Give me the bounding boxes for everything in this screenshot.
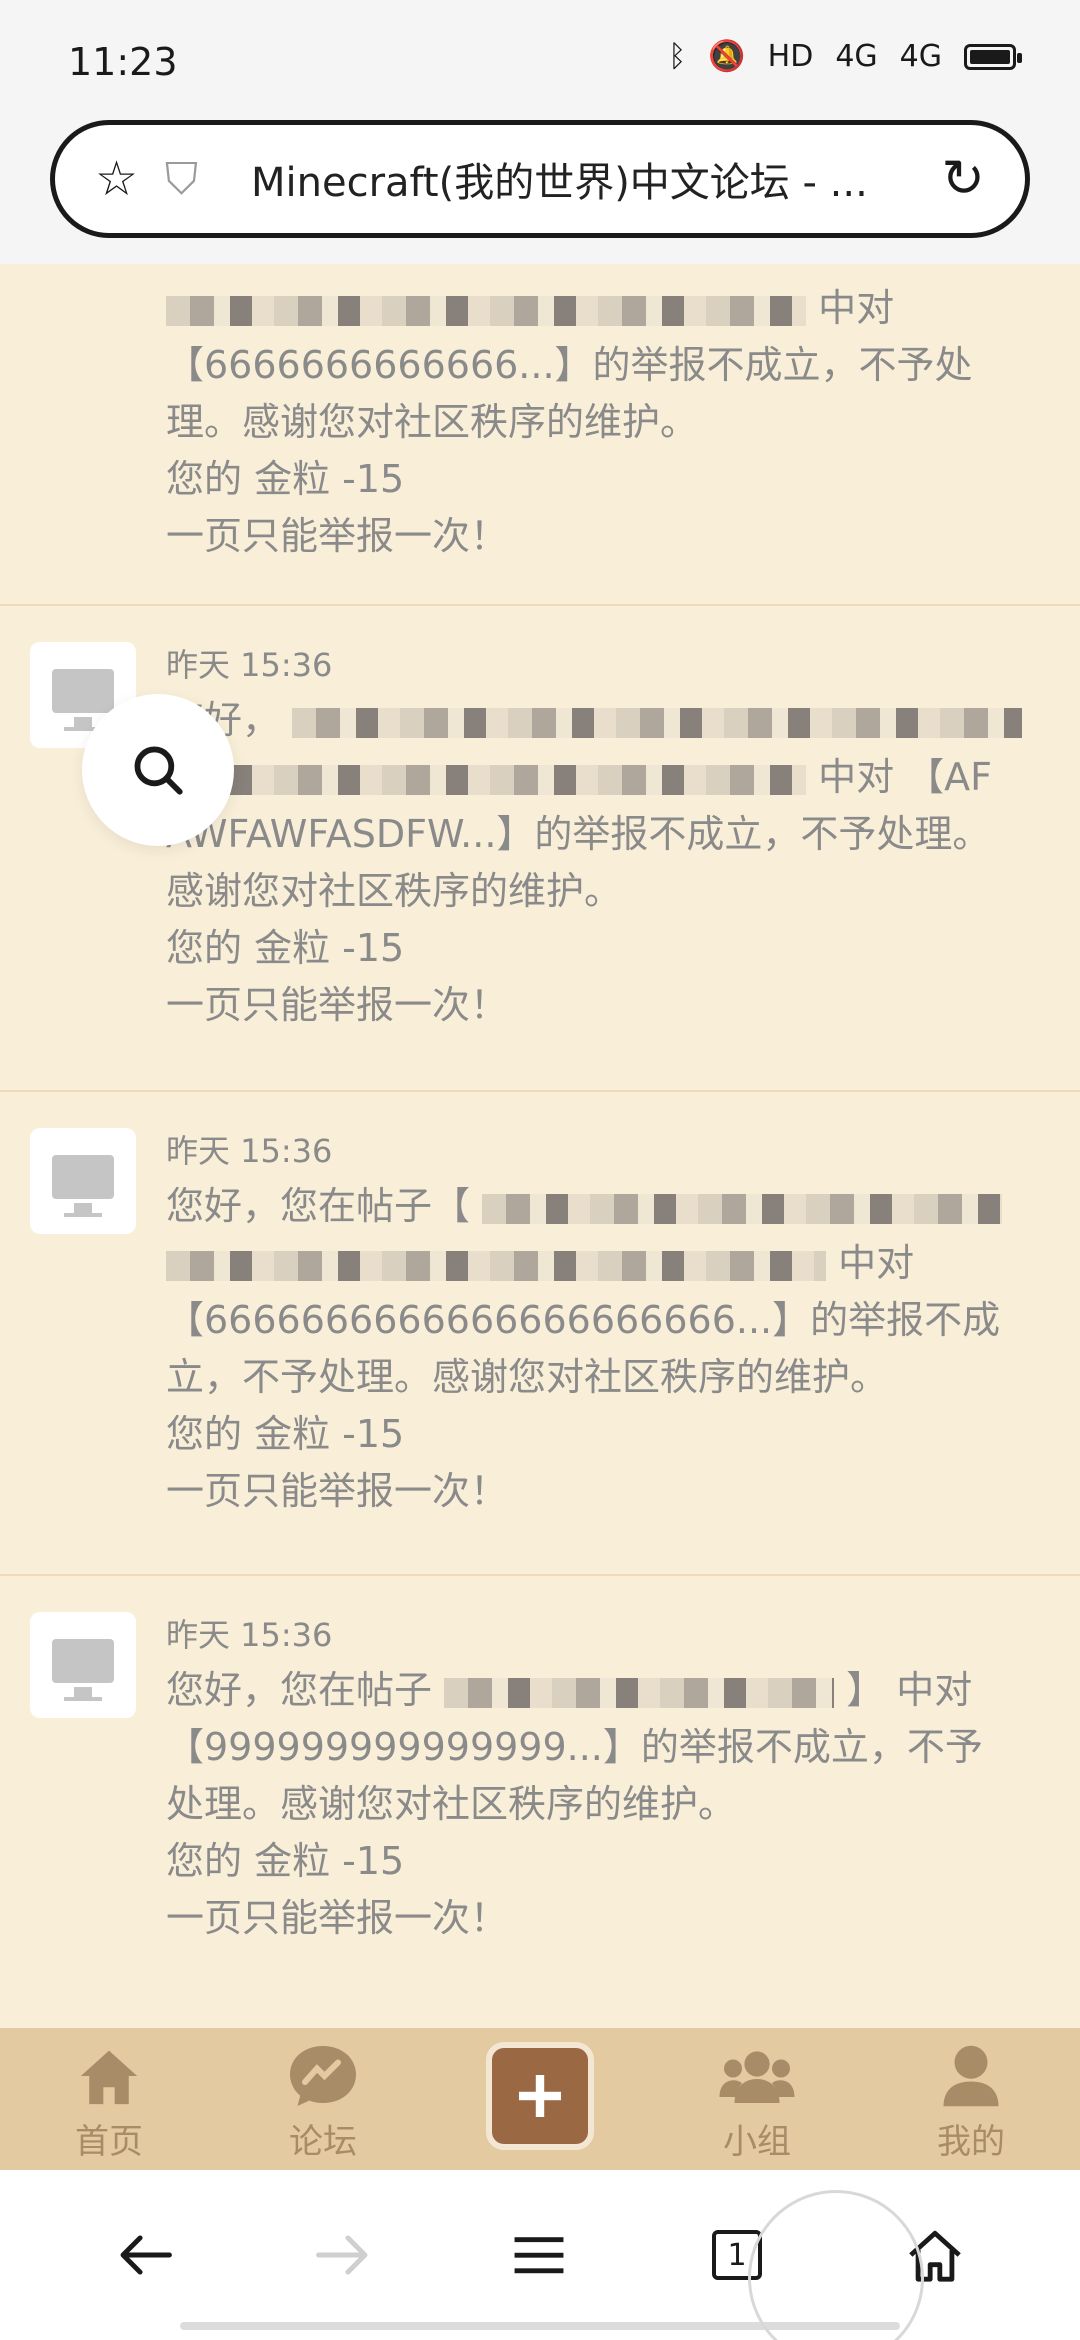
notice-time: 昨天 15:36 bbox=[166, 1132, 333, 1170]
back-arrow-icon bbox=[120, 2235, 172, 2275]
nav-label: 小组 bbox=[723, 2122, 791, 2162]
search-icon bbox=[134, 746, 183, 795]
notice-list[interactable]: 中对 【6666666666666...】的举报不成立，不予处 理。感谢您对社区… bbox=[0, 264, 1080, 2024]
hd-icon: HD bbox=[767, 39, 814, 74]
url-text[interactable]: Minecraft(我的世界)中文论坛 - ... bbox=[235, 150, 915, 208]
notice-line: 一页只能举报一次！ bbox=[166, 983, 509, 1027]
reload-icon[interactable]: ↻ bbox=[915, 149, 985, 209]
notice-line: 一页只能举报一次！ bbox=[166, 514, 509, 558]
4g-signal-icon: 4G bbox=[899, 39, 942, 74]
status-time: 11:23 bbox=[68, 40, 178, 84]
4g-signal-icon: 4G bbox=[835, 39, 878, 74]
notice-line: 您的 金粒 -15 bbox=[166, 926, 405, 970]
search-button[interactable] bbox=[82, 694, 234, 846]
forum-chat-icon bbox=[248, 2038, 398, 2114]
user-icon bbox=[896, 2038, 1046, 2114]
bluetooth-icon: ᛒ bbox=[668, 39, 687, 74]
redacted-text bbox=[166, 295, 806, 326]
redacted-text bbox=[166, 764, 806, 795]
notice-line: 理。感谢您对社区秩序的维护。 bbox=[166, 400, 699, 444]
notice-line: 感谢您对社区秩序的维护。 bbox=[166, 869, 623, 913]
redacted-text bbox=[444, 1677, 835, 1708]
notice-time: 昨天 15:36 bbox=[166, 1616, 333, 1654]
status-icons: ᛒ 🔕 HD 4G 4G bbox=[668, 39, 1022, 74]
nav-forum[interactable]: 论坛 bbox=[248, 2038, 398, 2168]
notice-item: 昨天 15:36 您好， 中对 【AF AWFAWFASDFW...】的举报不成… bbox=[0, 604, 1080, 1090]
plus-icon bbox=[519, 2075, 561, 2117]
notice-line: 中对 【AF bbox=[166, 749, 1046, 806]
nav-groups[interactable]: 小组 bbox=[682, 2038, 832, 2168]
notice-line: 您好，您在帖子 】 中对 bbox=[166, 1668, 973, 1712]
notice-line: 中对 bbox=[166, 280, 1046, 337]
notice-item: 昨天 15:36 您好，您在帖子【 中对 【666666666666666666… bbox=[0, 1090, 1080, 1574]
status-bar: 11:23 ᛒ 🔕 HD 4G 4G bbox=[0, 0, 1080, 120]
notice-line: 您的 金粒 -15 bbox=[166, 1839, 405, 1883]
notice-line: 中对 bbox=[166, 1235, 1046, 1292]
notice-line: 【6666666666666...】的举报不成立，不予处 bbox=[166, 343, 973, 387]
nav-mine[interactable]: 我的 bbox=[896, 2038, 1046, 2168]
notice-message: 昨天 15:36 您好，您在帖子 】 中对 【999999999999999..… bbox=[166, 1610, 1046, 1947]
notice-line: AWFAWFASDFW...】的举报不成立，不予处理。 bbox=[166, 812, 991, 856]
security-shield-icon[interactable]: ⛉ bbox=[165, 154, 235, 205]
mute-icon: 🔕 bbox=[708, 39, 746, 74]
home-icon bbox=[34, 2038, 184, 2114]
notice-line: 【6666666666666666666666...】的举报不成 bbox=[166, 1298, 1001, 1342]
notice-item: 中对 【6666666666666...】的举报不成立，不予处 理。感谢您对社区… bbox=[0, 264, 1080, 604]
redacted-text bbox=[292, 707, 1023, 738]
nav-label: 我的 bbox=[937, 2122, 1005, 2162]
nav-label: 论坛 bbox=[289, 2122, 357, 2162]
notice-time: 昨天 15:36 bbox=[166, 646, 333, 684]
monitor-icon bbox=[52, 1639, 114, 1701]
notice-line: 【999999999999999...】的举报不成立，不予 bbox=[166, 1725, 983, 1769]
battery-icon bbox=[964, 44, 1022, 70]
monitor-icon bbox=[52, 669, 114, 731]
redacted-text bbox=[166, 1250, 826, 1281]
nav-label: 首页 bbox=[75, 2122, 143, 2162]
notice-line: 您的 金粒 -15 bbox=[166, 1412, 405, 1456]
notice-message: 中对 【6666666666666...】的举报不成立，不予处 理。感谢您对社区… bbox=[166, 280, 1046, 565]
nav-home[interactable]: 首页 bbox=[34, 2038, 184, 2168]
menu-button[interactable] bbox=[494, 2218, 584, 2292]
browser-top-bar: 11:23 ᛒ 🔕 HD 4G 4G ☆ ⛉ Minecraft(我的世界)中文… bbox=[0, 0, 1080, 264]
monitor-icon bbox=[52, 1155, 114, 1217]
app-bottom-nav: 首页 论坛 小组 我的 bbox=[0, 2028, 1080, 2170]
notice-line: 您好，您在帖子【 bbox=[166, 1178, 1046, 1235]
notice-line: 立，不予处理。感谢您对社区秩序的维护。 bbox=[166, 1355, 889, 1399]
avatar bbox=[30, 1128, 136, 1234]
notice-message: 昨天 15:36 您好，您在帖子【 中对 【666666666666666666… bbox=[166, 1126, 1046, 1520]
back-button[interactable] bbox=[100, 2218, 190, 2292]
notice-line: 您好， bbox=[166, 692, 1046, 749]
add-post-button[interactable] bbox=[486, 2042, 594, 2150]
notice-line: 一页只能举报一次！ bbox=[166, 1896, 509, 1940]
forward-button[interactable] bbox=[298, 2218, 388, 2292]
group-icon bbox=[682, 2038, 832, 2114]
notice-item: 昨天 15:36 您好，您在帖子 】 中对 【999999999999999..… bbox=[0, 1574, 1080, 2024]
redacted-text bbox=[482, 1193, 1003, 1224]
notice-message: 昨天 15:36 您好， 中对 【AF AWFAWFASDFW...】的举报不成… bbox=[166, 640, 1046, 1034]
bookmark-star-icon[interactable]: ☆ bbox=[95, 151, 165, 207]
notice-line: 一页只能举报一次！ bbox=[166, 1469, 509, 1513]
forward-arrow-icon bbox=[316, 2235, 368, 2275]
avatar bbox=[30, 1612, 136, 1718]
address-bar[interactable]: ☆ ⛉ Minecraft(我的世界)中文论坛 - ... ↻ bbox=[50, 120, 1030, 238]
notice-line: 处理。感谢您对社区秩序的维护。 bbox=[166, 1782, 737, 1826]
notice-line: 您的 金粒 -15 bbox=[166, 457, 405, 501]
menu-icon bbox=[514, 2237, 564, 2274]
